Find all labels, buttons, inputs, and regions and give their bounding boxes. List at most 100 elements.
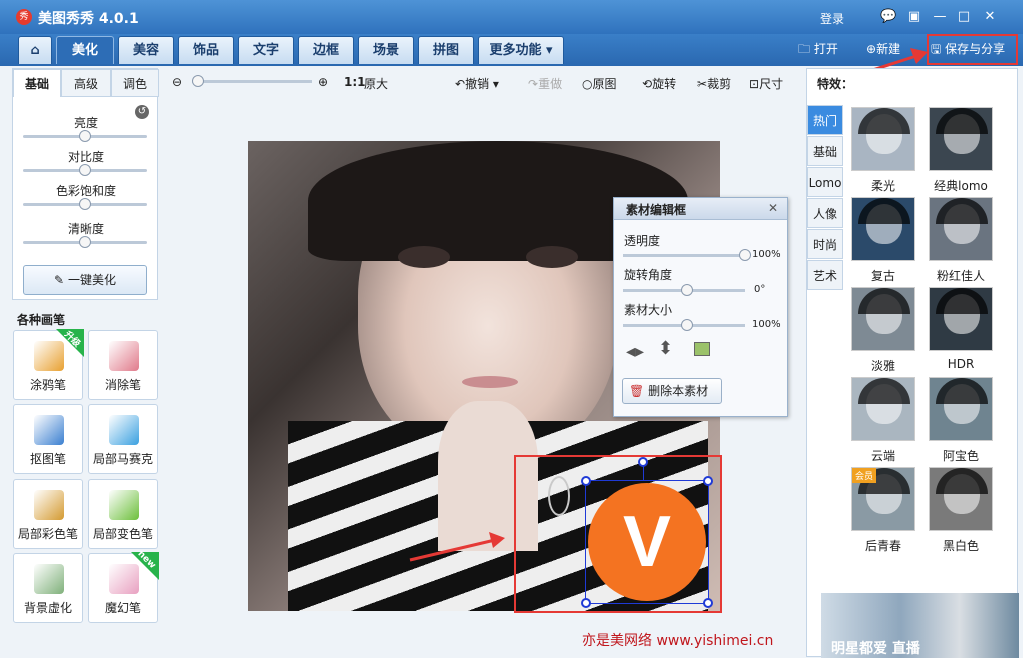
menu-icon[interactable]: ▣	[906, 9, 922, 25]
contrast-label: 对比度	[67, 150, 104, 164]
effect-category-0[interactable]: 热门	[807, 105, 843, 135]
close-icon[interactable]: ✕	[768, 201, 778, 215]
effect-thumb[interactable]: 会员	[851, 467, 915, 531]
tab-beautify[interactable]: 美化	[56, 36, 114, 64]
graffiti-pen-button[interactable]: 涂鸦笔 升级	[13, 329, 84, 400]
tool-label: 局部马赛克	[92, 452, 153, 466]
effect-preview	[852, 108, 914, 170]
tab-scene[interactable]: 场景	[358, 36, 414, 64]
zoom-out-icon[interactable]: ⊖	[172, 75, 182, 89]
effect-thumb[interactable]	[851, 377, 915, 441]
copy-icon[interactable]	[694, 342, 710, 356]
magic-pen-button[interactable]: 魔幻笔 new	[88, 549, 159, 623]
opacity-slider[interactable]	[623, 254, 745, 257]
cutout-pen-button[interactable]: 抠图笔	[13, 404, 83, 474]
zoom-ratio[interactable]: 1:1	[344, 75, 366, 89]
eraser-pen-button[interactable]: 消除笔	[88, 330, 158, 400]
effect-category-5[interactable]: 艺术	[807, 260, 843, 290]
effect-preview	[930, 108, 992, 170]
effect-label: 云端	[870, 449, 895, 463]
original-size-button[interactable]: 原大	[364, 75, 388, 92]
save-share-button[interactable]: 🖫 保存与分享	[931, 40, 1005, 61]
resize-handle-tr[interactable]	[703, 476, 713, 486]
zoom-knob[interactable]	[192, 75, 204, 87]
subtab-basic[interactable]: 基础	[13, 69, 61, 97]
resize-button[interactable]: ⊡尺寸	[749, 75, 783, 92]
size-knob[interactable]	[681, 319, 693, 331]
basic-adjust-panel: 基础 高级 调色 ↺ 亮度 对比度 色彩饱和度 清晰度 ✎ 一键美化	[12, 68, 159, 300]
background-blur-button[interactable]: 背景虚化	[13, 553, 83, 623]
feedback-icon[interactable]: 💬	[880, 9, 896, 25]
flip-horizontal-icon[interactable]: ◂▸	[626, 341, 644, 362]
zoom-slider[interactable]	[192, 80, 312, 83]
size-value: 100%	[752, 319, 781, 330]
tab-collage[interactable]: 拼图	[418, 36, 474, 64]
left-eye	[398, 246, 450, 268]
maximize-button[interactable]: □	[956, 9, 972, 25]
effect-thumb[interactable]	[851, 197, 915, 261]
effect-label: 黑白色	[942, 539, 979, 553]
subtab-advanced[interactable]: 高级	[61, 69, 111, 97]
local-color-pen-button[interactable]: 局部彩色笔	[13, 479, 83, 549]
editor-title: 素材编辑框	[626, 203, 687, 217]
crop-button[interactable]: ✂裁剪	[697, 75, 731, 92]
saturation-knob[interactable]	[79, 198, 91, 210]
resize-handle-br[interactable]	[703, 598, 713, 608]
undo-button[interactable]: ↶撤销 ▾	[455, 75, 499, 92]
ad-banner[interactable]: 明星都爱 直播	[821, 593, 1019, 658]
cutout-pen-icon	[34, 415, 64, 445]
tab-more[interactable]: 更多功能 ▾	[478, 36, 564, 64]
mosaic-pen-button[interactable]: 局部马赛克	[88, 404, 158, 474]
size-label: 素材大小	[624, 303, 673, 317]
effect-category-3[interactable]: 人像	[807, 198, 843, 228]
zoom-in-icon[interactable]: ⊕	[318, 75, 328, 89]
sticker-selection[interactable]: V	[581, 457, 713, 608]
tab-home[interactable]: ⌂	[18, 36, 52, 64]
effect-thumb[interactable]	[929, 467, 993, 531]
effect-preview	[852, 378, 914, 440]
effect-category-1[interactable]: 基础	[807, 136, 843, 166]
resize-handle-tl[interactable]	[581, 476, 591, 486]
effect-thumb[interactable]	[929, 377, 993, 441]
login-link[interactable]: 登录	[820, 10, 844, 27]
mosaic-pen-icon	[109, 415, 139, 445]
tab-face[interactable]: 美容	[118, 36, 174, 64]
flip-vertical-icon[interactable]: ⬍	[658, 338, 673, 359]
effect-thumb[interactable]	[929, 107, 993, 171]
rotate-button[interactable]: ⟲旋转	[642, 75, 676, 92]
editor-header: 素材编辑框 ✕	[614, 198, 787, 220]
resize-handle-bl[interactable]	[581, 598, 591, 608]
sharpness-knob[interactable]	[79, 236, 91, 248]
contrast-knob[interactable]	[79, 164, 91, 176]
minimize-button[interactable]: —	[932, 9, 948, 25]
effect-thumb[interactable]	[851, 107, 915, 171]
tab-frame[interactable]: 边框	[298, 36, 354, 64]
local-recolor-pen-button[interactable]: 局部变色笔	[88, 479, 158, 549]
tab-text[interactable]: 文字	[238, 36, 294, 64]
effect-thumb[interactable]	[929, 287, 993, 351]
effects-panel: 特效： 热门 基础 Lomo 人像 时尚 艺术 柔光 经典lomo 复古 粉红佳人 淡雅 HDR 云端…	[806, 68, 1019, 658]
v-sticker[interactable]: V	[588, 483, 706, 601]
brightness-knob[interactable]	[79, 130, 91, 142]
redo-button[interactable]: ↷重做	[528, 75, 562, 92]
title-bar: 秀 美图秀秀 4.0.1 登录 💬 ▣ — □ ✕	[0, 0, 1023, 34]
rotate-handle[interactable]	[638, 457, 648, 467]
opacity-knob[interactable]	[739, 249, 751, 261]
effect-thumb[interactable]	[851, 287, 915, 351]
tool-label: 背景虚化	[23, 601, 72, 615]
rotation-knob[interactable]	[681, 284, 693, 296]
original-button[interactable]: ○原图	[582, 75, 617, 92]
delete-material-button[interactable]: 🗑 删除本素材	[622, 378, 722, 404]
auto-beautify-button[interactable]: ✎ 一键美化	[23, 265, 147, 295]
ad-text: 明星都爱 直播	[831, 641, 920, 657]
subtab-color[interactable]: 调色	[111, 69, 159, 97]
effect-category-4[interactable]: 时尚	[807, 229, 843, 259]
effect-thumb[interactable]	[929, 197, 993, 261]
circle-icon: ○	[582, 77, 593, 91]
tool-label: 涂鸦笔	[29, 378, 66, 392]
open-button[interactable]: 🗀 打开	[798, 40, 838, 61]
local-color-pen-icon	[34, 490, 64, 520]
close-button[interactable]: ✕	[982, 9, 998, 25]
tab-accessories[interactable]: 饰品	[178, 36, 234, 64]
effect-category-2[interactable]: Lomo	[807, 167, 843, 197]
